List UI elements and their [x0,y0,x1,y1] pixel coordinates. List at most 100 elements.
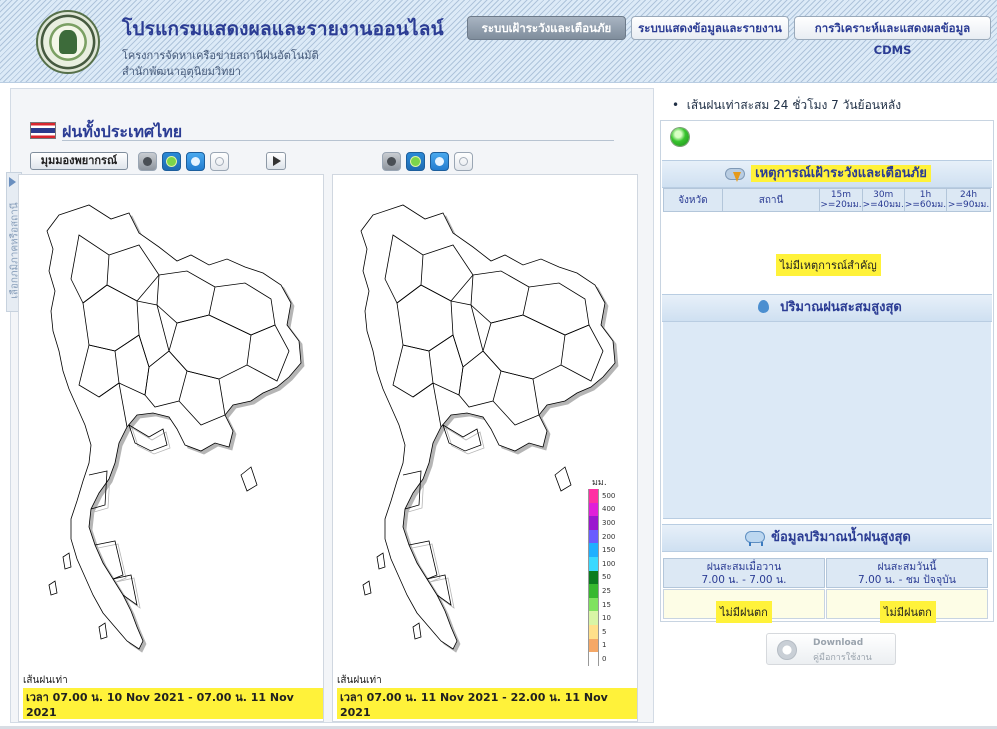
manual-label: คู่มือการใช้งาน [813,653,872,663]
legend-swatch [588,556,599,571]
warning-events-header: เหตุการณ์เฝ้าระวังและเตือนภัย [662,160,992,188]
legend-swatch [588,543,599,557]
legend-level: 100 [588,556,616,571]
rain-map-today[interactable]: มม. 500 400 300 200 150 100 50 25 15 10 5 1 0 เส้นฝน… [332,174,638,722]
rain-map-yesterday[interactable]: เส้นฝนเท่า เวลา 07.00 น. 10 Nov 2021 - 0… [18,174,324,722]
max-water-header: ข้อมูลปริมาณน้ำฝนสูงสุด [662,524,992,552]
legend-swatch [588,584,599,598]
col-30m: 30m >=40มม. [861,188,905,212]
legend-swatch [588,611,599,625]
expand-arrow-icon[interactable] [9,177,16,187]
legend-level: 150 [588,543,615,557]
nav-monitoring-warning[interactable]: ระบบเฝ้าระวังและเตือนภัย [467,16,626,40]
map-caption-time: เวลา 07.00 น. 11 Nov 2021 - 22.00 น. 11 … [337,688,637,719]
col-station: สถานี [721,188,821,212]
site-subtitle-office: สำนักพัฒนาอุตุนิยมวิทยา [122,65,241,78]
today-rain-header: ฝนสะสมวันนี้ 7.00 น. - ชม ปัจจุบัน [826,558,988,588]
legend-level: 5 [588,624,615,639]
dark-layer-icon[interactable] [382,152,401,171]
warning-events-title: เหตุการณ์เฝ้าระวังและเตือนภัย [751,165,931,182]
no-rain-badge: ไม่มีฝนตก [716,601,772,623]
download-manual-button[interactable]: Download คู่มือการใช้งาน [766,633,896,665]
max-rain-title: ปริมาณฝนสะสมสูงสุด [780,300,902,315]
title-divider [62,140,614,141]
tmd-logo [36,10,100,74]
col-15m: 15m >=20มม. [819,188,863,212]
map-caption-label: เส้นฝนเท่า [337,675,382,686]
water-drop-icon [752,299,774,316]
legend-value: 100 [602,559,616,568]
legend-level: 500 [588,489,615,503]
max-rain-area [663,322,991,519]
col-province: จังหวัด [663,188,723,212]
map-caption: เส้นฝนเท่า เวลา 07.00 น. 11 Nov 2021 - 2… [337,673,637,719]
play-animation-button[interactable] [266,152,286,170]
legend-value: 25 [602,586,611,595]
forecast-view-button[interactable]: มุมมองพยากรณ์ [30,152,128,170]
legend-value: 5 [602,627,607,636]
col-1h: 1h >=60มม. [903,188,948,212]
legend-swatch [588,502,599,517]
legend-swatch [588,638,599,653]
legend-value: 10 [602,614,611,623]
nav-cdms-analysis[interactable]: การวิเคราะห์และแสดงผลข้อมูล CDMS [794,16,991,57]
accumulated-rain-link[interactable]: • เส้นฝนเท่าสะสม 24 ชั่วโมง 7 วันย้อนหลั… [672,96,901,115]
legend-level: 25 [588,584,615,598]
outline-layer-icon[interactable] [454,152,473,171]
legend-level: 15 [588,597,615,612]
rain-contour-icon[interactable] [406,152,425,171]
storm-icon [723,166,746,182]
legend-scale: 500 400 300 200 150 100 50 25 15 10 5 1 0 [588,489,615,666]
cloud-layer-icon[interactable] [186,152,205,171]
outline-layer-icon[interactable] [210,152,229,171]
section-title: ฝนทั้งประเทศไทย [62,122,183,141]
legend-level: 400 [588,502,616,517]
map-caption: เส้นฝนเท่า เวลา 07.00 น. 10 Nov 2021 - 0… [23,673,323,719]
yesterday-rain-header: ฝนสะสมเมื่อวาน 7.00 น. - 7.00 น. [663,558,825,588]
max-rain-header: ปริมาณฝนสะสมสูงสุด [662,294,992,322]
legend-level: 10 [588,611,615,625]
legend-value: 400 [602,505,616,514]
thai-flag-icon [30,122,56,139]
legend-unit: มม. [592,478,607,488]
legend-swatch [588,529,599,544]
legend-swatch [588,570,599,585]
legend-value: 0 [602,654,607,663]
legend-value: 200 [602,532,616,541]
col-24h: 24h >=90มม. [946,188,991,212]
legend-swatch [588,652,599,666]
download-icon [777,640,797,660]
map-caption-time: เวลา 07.00 น. 10 Nov 2021 - 07.00 น. 11 … [23,688,323,719]
dark-layer-icon[interactable] [138,152,157,171]
site-title: โปรแกรมแสดงผลและรายงานออนไลน์ [122,18,444,40]
cloud-layer-icon[interactable] [430,152,449,171]
legend-level: 1 [588,638,615,653]
warning-table: จังหวัด สถานี 15m >=20มม. 30m >=40มม. 1h >=… [663,188,991,212]
legend-value: 300 [602,518,616,527]
legend-value: 50 [602,573,611,582]
download-label: Download [813,638,864,648]
max-water-title: ข้อมูลปริมาณน้ำฝนสูงสุด [771,530,911,545]
legend-swatch [588,597,599,612]
rain-contour-icon[interactable] [162,152,181,171]
nav-data-report[interactable]: ระบบแสดงข้อมูลและรายงาน [631,16,789,40]
status-green-icon [671,128,689,146]
no-rain-badge: ไม่มีฝนตก [880,601,936,623]
legend-swatch [588,624,599,639]
legend-level: 200 [588,529,616,544]
legend-level: 50 [588,570,615,585]
site-header: โปรแกรมแสดงผลและรายงานออนไลน์ โครงการจัด… [0,0,997,83]
legend-swatch [588,489,599,503]
rain-cloud-icon [743,530,766,546]
legend-value: 15 [602,600,611,609]
thailand-map [46,204,302,650]
rainfall-legend: มม. 500 400 300 200 150 100 50 25 15 10 5 1 0 [588,475,615,666]
legend-value: 150 [602,546,616,555]
no-event-badge: ไม่มีเหตุการณ์สำคัญ [776,254,881,276]
map-caption-label: เส้นฝนเท่า [23,675,68,686]
legend-value: 1 [602,641,607,650]
legend-level: 0 [588,652,615,666]
accumulated-rain-link-text[interactable]: เส้นฝนเท่าสะสม 24 ชั่วโมง 7 วันย้อนหลัง [687,98,901,112]
legend-value: 500 [602,491,616,500]
legend-level: 300 [588,516,615,530]
